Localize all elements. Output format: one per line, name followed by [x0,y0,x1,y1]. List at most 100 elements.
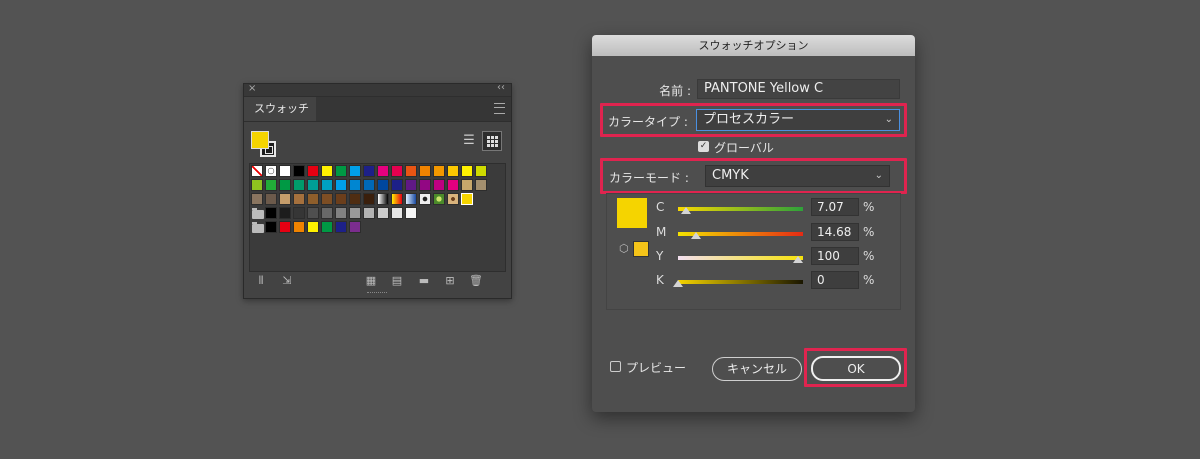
new-folder-icon[interactable]: ▬ [417,274,431,287]
preview-checkbox[interactable] [610,361,621,372]
collapse-icon[interactable]: ‹‹ [497,82,505,93]
swatch[interactable] [405,207,417,219]
grid-view-icon[interactable] [482,131,502,151]
new-swatch-icon[interactable]: ⊞ [443,274,457,287]
swatch-folder-icon[interactable] [252,208,264,219]
swatch[interactable] [391,207,403,219]
swatch-none[interactable] [251,165,263,177]
swatch[interactable] [433,165,445,177]
slider-thumb-m[interactable] [690,232,701,239]
slider-thumb-c[interactable] [681,207,692,214]
panel-menu-icon[interactable] [494,103,505,114]
swatch[interactable] [447,179,459,191]
swatch[interactable] [391,179,403,191]
name-field[interactable]: PANTONE Yellow C [697,79,900,99]
swatch[interactable] [475,165,487,177]
swatch[interactable] [349,179,361,191]
swatch[interactable] [363,165,375,177]
swatch[interactable] [307,207,319,219]
swatch[interactable] [279,179,291,191]
swatch[interactable] [265,207,277,219]
color-type-select[interactable]: プロセスカラー ⌄ [696,109,900,131]
swatch[interactable] [433,193,445,205]
swatch[interactable] [293,207,305,219]
resize-grip[interactable] [367,292,387,296]
swatch[interactable] [363,179,375,191]
swatch[interactable] [307,165,319,177]
swatch[interactable] [293,221,305,233]
swatch[interactable] [335,193,347,205]
swatch-registration[interactable] [265,165,277,177]
swatch[interactable] [377,207,389,219]
channel-value-k[interactable]: 0 [811,271,859,289]
swatch[interactable] [419,165,431,177]
swatch[interactable] [363,207,375,219]
global-checkbox[interactable]: ✓ [698,141,709,152]
swatch[interactable] [363,193,375,205]
swatch[interactable] [307,221,319,233]
swatch[interactable] [447,165,459,177]
swatch[interactable] [349,221,361,233]
slider-thumb-k[interactable] [673,280,683,287]
swatch[interactable] [279,165,291,177]
swatch-options-icon[interactable]: ▤ [390,274,404,287]
swatch[interactable] [293,165,305,177]
swatch[interactable] [307,179,319,191]
swatch[interactable] [279,207,291,219]
swatch[interactable] [279,221,291,233]
close-icon[interactable]: × [248,83,256,94]
delete-icon[interactable]: 🗑 [469,274,483,287]
swatch[interactable] [321,193,333,205]
swatch[interactable] [391,193,403,205]
swatch[interactable] [335,165,347,177]
swatch[interactable] [419,193,431,205]
channel-value-c[interactable]: 7.07 [811,198,859,216]
swatch[interactable] [377,165,389,177]
swatch[interactable] [321,179,333,191]
swatch[interactable] [265,179,277,191]
swatch[interactable] [251,193,263,205]
swatch[interactable] [321,207,333,219]
swatch[interactable] [349,165,361,177]
tab-swatches[interactable]: スウォッチ [244,97,316,121]
channel-value-y[interactable]: 100 [811,247,859,265]
channel-value-m[interactable]: 14.68 [811,223,859,241]
swatch[interactable] [461,179,473,191]
swatch[interactable] [377,179,389,191]
slider-track-c[interactable] [678,207,803,211]
swatch[interactable] [335,221,347,233]
swatch[interactable] [405,193,417,205]
swatch[interactable] [265,221,277,233]
swatch[interactable] [251,179,263,191]
swatch[interactable] [293,179,305,191]
swatch[interactable] [461,193,473,205]
swatch[interactable] [335,207,347,219]
swatch[interactable] [475,179,487,191]
swatch[interactable] [335,179,347,191]
dialog-title[interactable]: スウォッチオプション [592,35,915,56]
swatch[interactable] [307,193,319,205]
slider-track-y[interactable] [678,256,803,260]
swatch[interactable] [461,165,473,177]
new-group-icon[interactable]: ▦ [364,274,378,287]
swatch[interactable] [419,179,431,191]
list-view-icon[interactable]: ☰ [459,131,479,151]
swatch[interactable] [349,193,361,205]
swatch[interactable] [433,179,445,191]
swatch[interactable] [321,221,333,233]
swatch[interactable] [391,165,403,177]
swatch[interactable] [279,193,291,205]
slider-track-k[interactable] [678,280,803,284]
ok-button[interactable]: OK [811,356,901,381]
color-mode-select[interactable]: CMYK ⌄ [705,165,890,187]
gamut-warning-swatch[interactable] [633,241,649,257]
swatch[interactable] [349,207,361,219]
swatch[interactable] [447,193,459,205]
swatch[interactable] [405,165,417,177]
library-icon[interactable]: ⫴ [254,274,268,288]
fill-color-box[interactable] [251,131,269,149]
swatch[interactable] [321,165,333,177]
slider-thumb-y[interactable] [793,256,803,263]
swatch[interactable] [293,193,305,205]
panel-title-bar[interactable]: × ‹‹ [244,82,511,97]
